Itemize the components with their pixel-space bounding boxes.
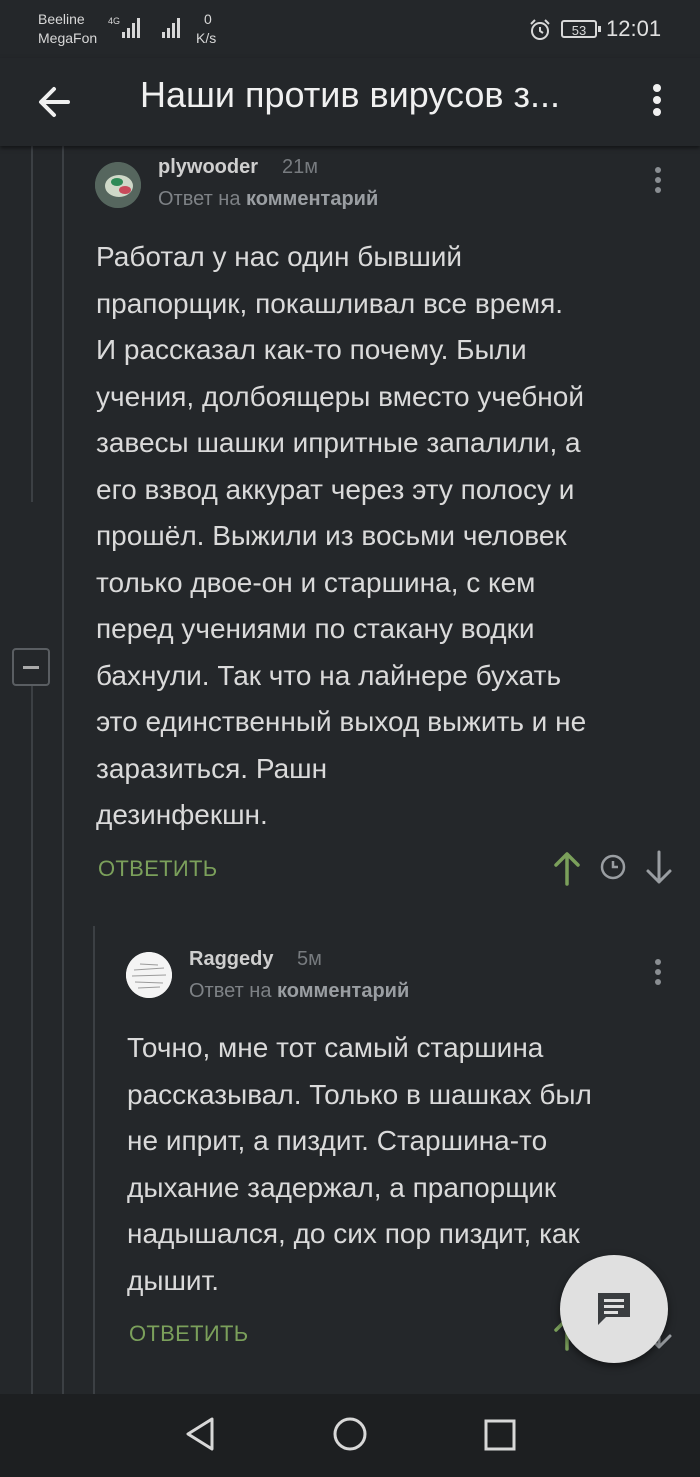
nav-back-button[interactable] bbox=[182, 1414, 218, 1459]
avatar[interactable] bbox=[126, 952, 172, 998]
carrier-names: Beeline MegaFon bbox=[38, 10, 97, 48]
nav-recent-button[interactable] bbox=[482, 1414, 518, 1459]
clock-icon[interactable] bbox=[599, 853, 627, 886]
thread-line bbox=[93, 926, 95, 1394]
downvote-button[interactable] bbox=[645, 850, 673, 891]
more-vertical-icon bbox=[655, 167, 661, 193]
arrow-down-icon bbox=[646, 850, 672, 884]
comment-author[interactable]: Raggedy bbox=[189, 948, 273, 971]
reply-button[interactable]: ОТВЕТИТЬ bbox=[98, 856, 217, 882]
more-menu-button[interactable] bbox=[640, 76, 674, 128]
collapse-thread-button[interactable] bbox=[12, 648, 50, 686]
more-vertical-icon bbox=[655, 959, 661, 985]
avatar[interactable] bbox=[95, 162, 141, 208]
comment-icon bbox=[598, 1293, 630, 1325]
status-bar: Beeline MegaFon 4G 0 K/s 53 12:01 bbox=[0, 0, 700, 58]
alarm-icon bbox=[528, 18, 552, 47]
comment-body: Точно, мне тот самый старшина рассказыва… bbox=[127, 1032, 592, 1296]
reply-to-link[interactable]: Ответ на комментарий bbox=[158, 188, 378, 211]
page-title: Наши против вирусов з... bbox=[140, 74, 560, 115]
thread-line bbox=[62, 146, 64, 1394]
thread-line bbox=[31, 146, 33, 502]
nav-home-button[interactable] bbox=[332, 1412, 368, 1457]
comment-menu-button[interactable] bbox=[648, 954, 668, 994]
svg-text:4G: 4G bbox=[108, 16, 120, 26]
more-vertical-icon bbox=[653, 84, 661, 116]
comment-menu-button[interactable] bbox=[648, 162, 668, 202]
comment-time: 5м bbox=[297, 948, 322, 970]
app-bar: Наши против вирусов з... bbox=[0, 58, 700, 146]
carrier-2: MegaFon bbox=[38, 30, 98, 46]
reply-to-link[interactable]: Ответ на комментарий bbox=[189, 980, 409, 1003]
battery-indicator: 53 bbox=[561, 20, 601, 38]
system-nav-bar bbox=[0, 1394, 700, 1477]
nav-back-icon bbox=[186, 1417, 214, 1451]
upvote-button[interactable] bbox=[553, 850, 581, 891]
arrow-up-icon bbox=[554, 852, 580, 886]
arrow-left-icon bbox=[39, 87, 70, 117]
carrier-1: Beeline bbox=[38, 11, 85, 27]
comment-body: Работал у нас один бывший прапорщик, пок… bbox=[96, 241, 587, 830]
signal-icon bbox=[160, 14, 186, 45]
reply-button[interactable]: ОТВЕТИТЬ bbox=[129, 1321, 248, 1347]
comment-author[interactable]: plywooder bbox=[158, 156, 258, 179]
signal-4g-icon: 4G bbox=[108, 14, 144, 45]
add-comment-fab[interactable] bbox=[560, 1255, 668, 1363]
net-speed: 0 K/s bbox=[196, 11, 217, 46]
thread-line bbox=[31, 686, 33, 1394]
comments-thread: plywooder 21м Ответ на комментарий Работ… bbox=[0, 146, 700, 1394]
nav-recent-icon bbox=[484, 1419, 516, 1451]
status-time: 12:01 bbox=[606, 16, 662, 41]
nav-home-icon bbox=[333, 1417, 367, 1451]
back-button[interactable] bbox=[30, 76, 82, 128]
comment-time: 21м bbox=[282, 156, 318, 178]
